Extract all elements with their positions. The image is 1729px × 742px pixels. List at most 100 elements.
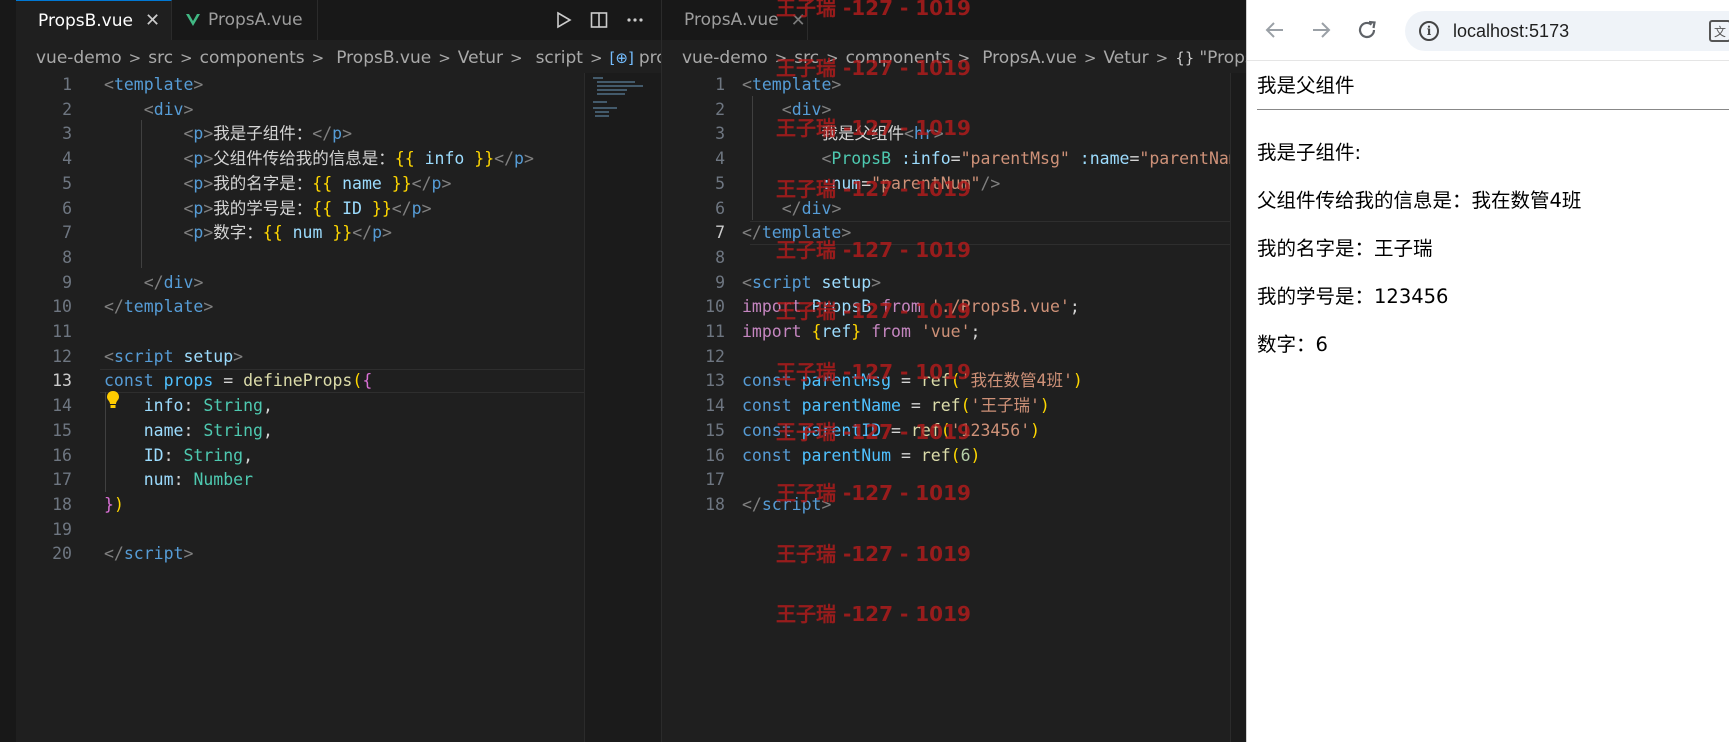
code-line[interactable]: 2 <div> xyxy=(16,98,193,123)
breadcrumb-item[interactable]: "PropsA.vue" xyxy=(1199,48,1246,68)
code-token: > xyxy=(933,124,944,144)
code-token: > xyxy=(441,173,452,193)
code-line[interactable]: 16 ID: String, xyxy=(16,444,253,469)
code-line[interactable]: 2 <div> xyxy=(662,98,831,123)
code-line[interactable]: 10 import PropsB from './PropsB.vue'; xyxy=(662,295,1080,320)
minimap[interactable] xyxy=(1230,73,1246,742)
code-line[interactable]: 13 const parentMsg = ref('我在数管4班') xyxy=(662,369,1083,394)
code-line[interactable]: 12 <script setup> xyxy=(16,345,243,370)
address-bar[interactable]: i localhost:5173 xyxy=(1405,11,1729,51)
code-line[interactable]: 18 </script> xyxy=(662,493,831,518)
code-line[interactable]: 14 info: String, xyxy=(16,394,273,419)
code-line[interactable]: 6 <p>我的学号是：{{ ID }}</p> xyxy=(16,197,431,222)
code-line[interactable]: 9 <script setup> xyxy=(662,271,881,296)
code-token: ( xyxy=(950,371,961,391)
code-line[interactable]: 14 const parentName = ref('王子瑞') xyxy=(662,394,1050,419)
code-line[interactable]: 17 xyxy=(662,468,742,493)
code-token: String xyxy=(203,420,263,440)
reload-icon[interactable] xyxy=(1355,18,1379,42)
code-line[interactable]: 18}) xyxy=(16,493,124,518)
code-token: < xyxy=(903,124,914,144)
breadcrumb-item[interactable]: props xyxy=(639,48,661,68)
more-actions-icon[interactable] xyxy=(626,11,644,29)
minimap[interactable] xyxy=(584,73,661,742)
back-icon[interactable] xyxy=(1263,18,1287,42)
code-line[interactable]: 11 import {ref} from 'vue'; xyxy=(662,320,980,345)
line-number: 17 xyxy=(705,470,725,490)
code-line[interactable]: 1 <template> xyxy=(16,73,203,98)
code-line[interactable]: 1 <template> xyxy=(662,73,841,98)
code-line[interactable]: 3 <p>我是子组件：</p> xyxy=(16,122,352,147)
tab-propsa[interactable]: PropsA.vue xyxy=(172,0,318,40)
code-line[interactable]: 20 </script> xyxy=(16,542,193,567)
code-line[interactable]: 3 我是父组件<hr> xyxy=(662,122,944,147)
line-number: 10 xyxy=(52,297,72,317)
code-line[interactable]: 4 <p>父组件传给我的信息是：{{ info }}</p> xyxy=(16,147,534,172)
code-token: </ xyxy=(352,223,373,243)
code-line[interactable]: 15 name: String, xyxy=(16,419,273,444)
code-token: {{ xyxy=(262,223,283,243)
parent-heading: 我是父组件 xyxy=(1257,74,1355,97)
breadcrumb-item[interactable]: Vetur xyxy=(458,48,503,68)
code-line[interactable]: 13 const props = defineProps({ xyxy=(16,369,372,394)
breadcrumb-item[interactable]: script xyxy=(536,48,583,68)
code-line[interactable]: 5 :num="parentNum"/> xyxy=(662,172,1000,197)
breadcrumb-item[interactable]: Vetur xyxy=(1103,48,1148,68)
code-line[interactable]: 4 <PropsB :info="parentMsg" :name="paren… xyxy=(662,147,1239,172)
translate-icon[interactable]: 文 xyxy=(1709,20,1729,42)
code-token: div xyxy=(791,99,822,119)
split-editor-icon[interactable] xyxy=(590,11,608,29)
line-number: 16 xyxy=(705,445,725,465)
code-token: 6 xyxy=(960,445,971,465)
code-token: p xyxy=(332,124,343,144)
code-line[interactable]: 11 xyxy=(16,320,104,345)
breadcrumb-item[interactable]: components xyxy=(200,48,305,68)
code-token: </ xyxy=(143,272,164,292)
code-line[interactable]: 19 xyxy=(16,518,104,543)
code-line[interactable]: 6 </div> xyxy=(662,197,841,222)
code-token: = xyxy=(891,445,921,465)
code-line[interactable]: 5 <p>我的名字是：{{ name }}</p> xyxy=(16,172,451,197)
code-token: > xyxy=(523,149,534,169)
breadcrumb-item[interactable]: PropsA.vue xyxy=(982,48,1077,68)
forward-icon[interactable] xyxy=(1309,18,1333,42)
code-token: parentName xyxy=(801,396,901,416)
breadcrumb-item[interactable]: components xyxy=(846,48,951,68)
code-line[interactable]: 10 </template> xyxy=(16,295,213,320)
breadcrumb-item[interactable]: vue-demo xyxy=(36,48,122,68)
code-text: </div> xyxy=(742,197,842,222)
code-token: hr xyxy=(913,124,934,144)
close-icon[interactable]: ✕ xyxy=(791,10,806,31)
code-token: p xyxy=(193,124,204,144)
code-token: > xyxy=(203,198,214,218)
run-icon[interactable] xyxy=(556,11,572,29)
breadcrumb-item[interactable]: vue-demo xyxy=(682,48,768,68)
code-line[interactable]: 8 xyxy=(662,246,742,271)
code-token: from xyxy=(871,322,911,341)
code-token: > xyxy=(193,272,204,292)
code-line[interactable]: 12 xyxy=(662,345,742,370)
code-token: 我是父组件 xyxy=(742,124,904,144)
tab-propsa[interactable]: PropsA.vue ✕ xyxy=(662,0,808,40)
breadcrumb-item[interactable]: src xyxy=(794,48,819,68)
code-line[interactable]: 17 num: Number xyxy=(16,468,253,493)
code-line[interactable]: 8 xyxy=(16,246,104,271)
code-token: ) xyxy=(1072,371,1083,391)
code-line[interactable]: 15 const parentID = ref('123456') xyxy=(662,419,1040,444)
tab-propsb[interactable]: PropsB.vue ✕ xyxy=(16,0,172,40)
code-token: PropsB xyxy=(811,297,872,317)
breadcrumb-item[interactable]: PropsB.vue xyxy=(336,48,431,68)
site-info-icon[interactable]: i xyxy=(1419,21,1439,41)
code-token: const xyxy=(742,420,792,440)
line-number: 2 xyxy=(715,99,725,119)
close-icon[interactable]: ✕ xyxy=(145,10,160,31)
code-line[interactable]: 16 const parentNum = ref(6) xyxy=(662,444,980,469)
code-line[interactable]: 9 </div> xyxy=(16,271,203,296)
breadcrumb-item[interactable]: src xyxy=(148,48,173,68)
code-line[interactable]: 7 <p>数字：{{ num }}</p> xyxy=(16,221,392,246)
code-line[interactable]: 7 </template> xyxy=(662,221,851,246)
